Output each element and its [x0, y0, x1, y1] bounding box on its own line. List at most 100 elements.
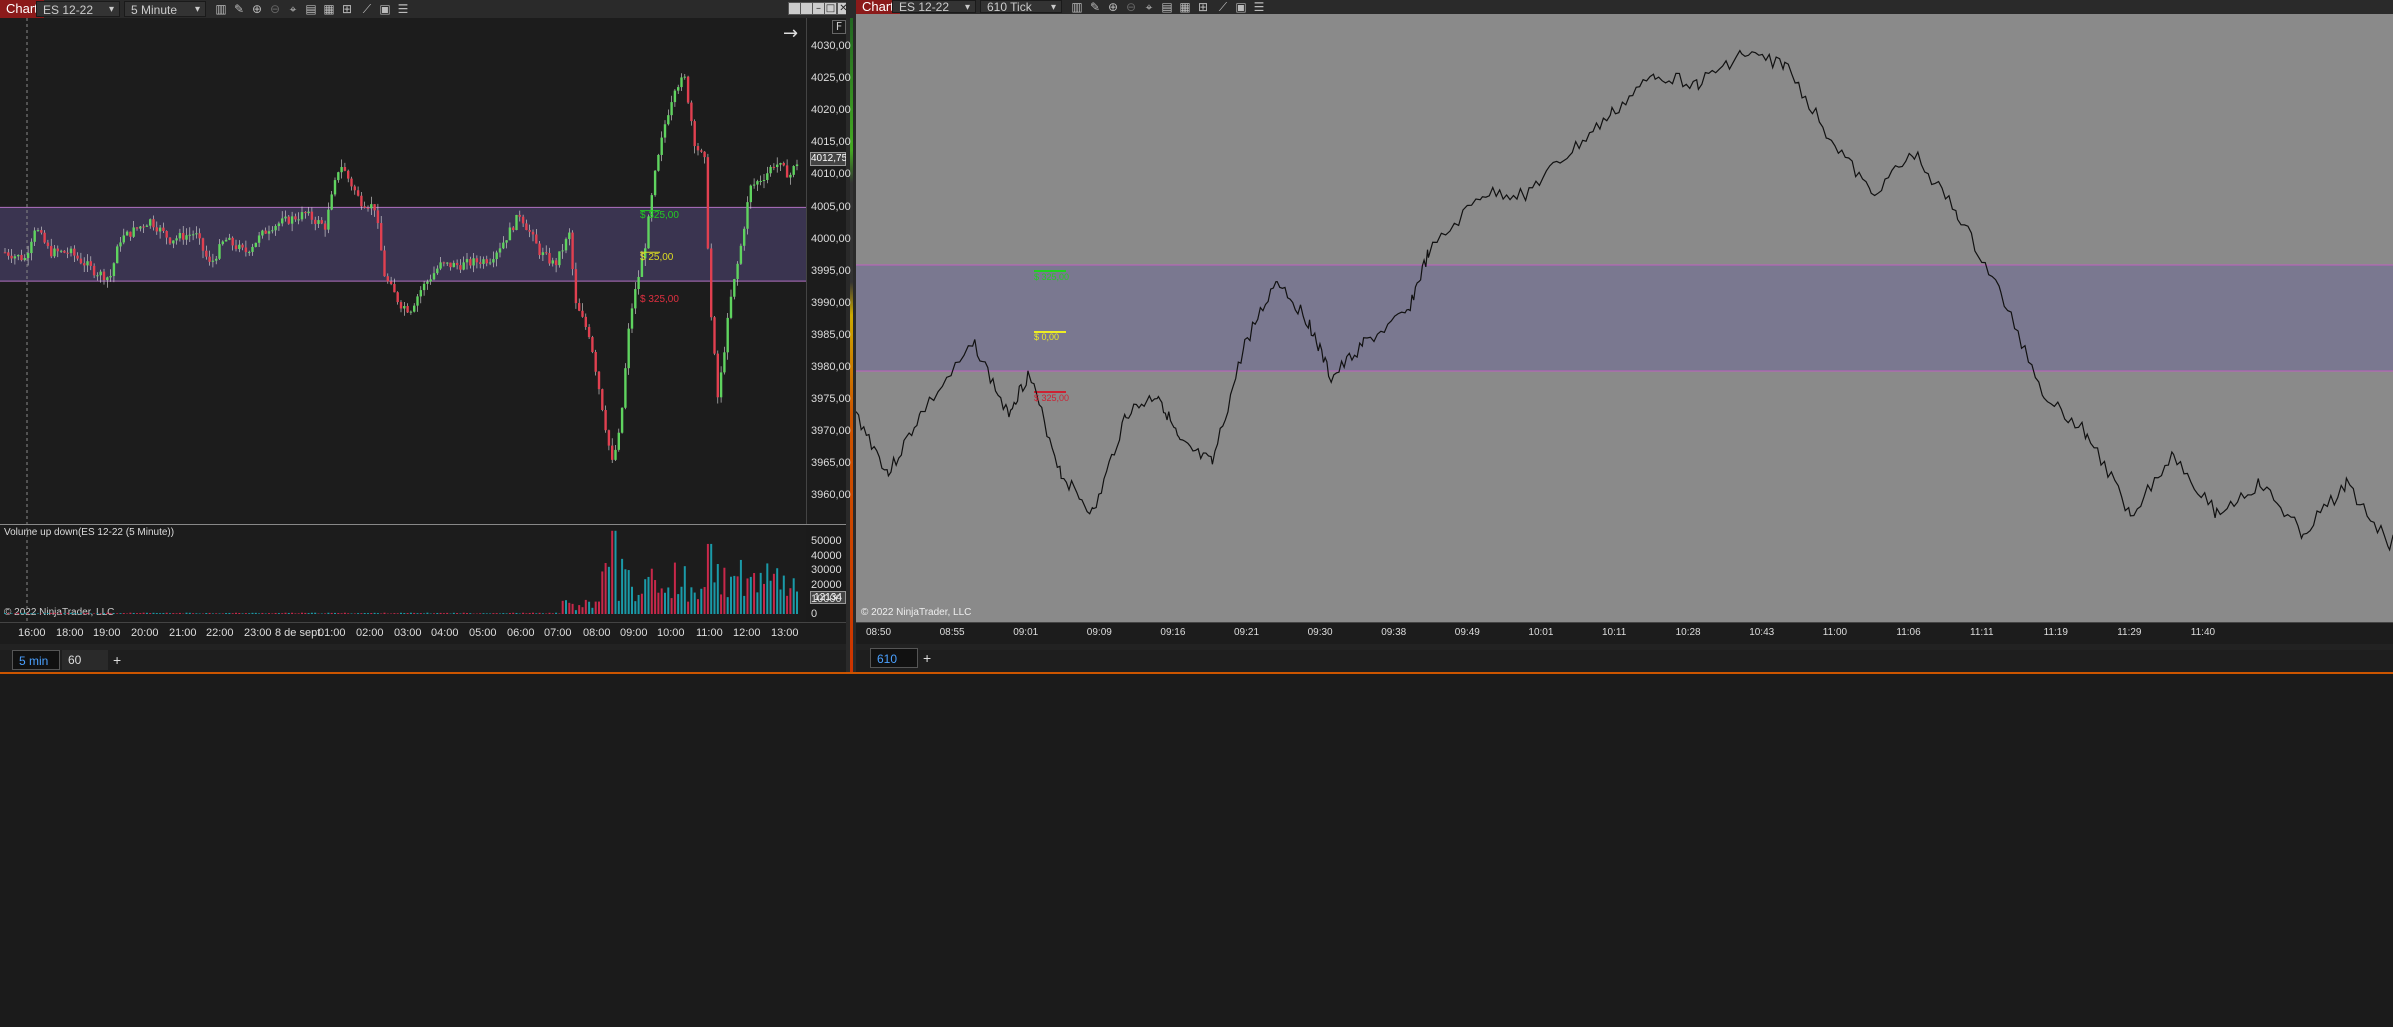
candle-body — [284, 217, 286, 219]
candle-body — [162, 228, 164, 231]
list-icon[interactable]: ☰ — [396, 2, 410, 16]
tab-60-min[interactable]: 60 min — [62, 650, 108, 670]
volume-bar — [588, 602, 590, 614]
candle-body — [621, 408, 623, 433]
volume-bar — [657, 593, 659, 614]
volume-bar — [687, 602, 689, 614]
volume-bar — [96, 613, 98, 614]
add-tab-button[interactable]: + — [110, 650, 126, 670]
candle-body — [538, 244, 540, 256]
price-label: 4000,00 — [811, 233, 851, 245]
data-box-icon[interactable]: ▣ — [1234, 0, 1248, 14]
right-instrument-select[interactable]: ES 12-22▾ — [892, 0, 976, 13]
candle-body — [248, 252, 250, 253]
zoom-in-icon[interactable]: ⊕ — [250, 2, 264, 16]
left-candlestick-chart[interactable] — [0, 18, 806, 622]
right-add-tab-button[interactable]: + — [920, 648, 936, 668]
volume-bar — [374, 613, 376, 614]
candle-body — [373, 204, 375, 210]
templates-icon[interactable]: ▦ — [1178, 0, 1192, 14]
candle-body — [109, 276, 111, 277]
candle-body — [340, 167, 342, 172]
crosshair-icon[interactable]: ⌖ — [1142, 0, 1156, 14]
zoom-out-icon[interactable]: ⊖ — [1124, 0, 1138, 14]
volume-bar — [582, 607, 584, 614]
candle-body — [604, 410, 606, 430]
volume-bar — [238, 613, 240, 614]
price-label: 3980,00 — [811, 361, 851, 373]
volume-bar — [271, 613, 273, 614]
volume-bar — [466, 613, 468, 614]
volume-bar — [384, 613, 386, 614]
volume-bar — [756, 592, 758, 614]
candle-body — [703, 152, 705, 157]
candle-body — [661, 138, 663, 155]
candle-body — [786, 165, 788, 177]
volume-bar — [793, 578, 795, 614]
candle-body — [146, 226, 148, 227]
tab-5-min[interactable]: 5 min — [12, 650, 60, 670]
volume-bar — [21, 613, 23, 614]
pencil-icon[interactable]: ✎ — [232, 2, 246, 16]
candle-body — [545, 252, 547, 253]
data-box-icon[interactable]: ▣ — [378, 2, 392, 16]
volume-bar — [690, 587, 692, 614]
properties-icon[interactable]: ▤ — [304, 2, 318, 16]
volume-bar — [100, 613, 102, 614]
volume-bar — [364, 613, 366, 614]
candle-body — [321, 220, 323, 223]
volume-bar — [621, 559, 623, 614]
volume-bar — [440, 613, 442, 614]
volume-bar — [723, 568, 725, 614]
time-label: 02:00 — [356, 627, 384, 639]
f-button[interactable]: F — [832, 20, 846, 34]
time-label: 11:40 — [2191, 627, 2215, 638]
candle-body — [443, 262, 445, 263]
maximize-button[interactable]: □ — [824, 2, 837, 15]
tab-610[interactable]: 610 — [870, 648, 918, 668]
left-period-select[interactable]: 5 Minute▾ — [124, 1, 206, 17]
crosshair-icon[interactable]: ⌖ — [286, 2, 300, 16]
right-tab-bar — [856, 650, 2393, 672]
bars-icon[interactable]: ▥ — [214, 2, 228, 16]
right-copyright: © 2022 NinjaTrader, LLC — [861, 607, 971, 618]
candle-body — [423, 284, 425, 290]
strategies-icon[interactable]: ⊞ — [340, 2, 354, 16]
volume-bar — [265, 613, 267, 614]
zoom-in-icon[interactable]: ⊕ — [1106, 0, 1120, 14]
volume-bar — [129, 613, 131, 614]
volume-bar — [469, 613, 471, 614]
volume-bar — [525, 613, 527, 614]
volume-bar — [684, 566, 686, 614]
volume-bar — [423, 613, 425, 614]
candle-body — [736, 264, 738, 279]
volume-bar — [205, 613, 207, 614]
properties-icon[interactable]: ▤ — [1160, 0, 1174, 14]
candle-body — [505, 240, 507, 242]
time-label: 13:00 — [771, 627, 799, 639]
volume-bar — [558, 613, 560, 614]
zoom-out-icon[interactable]: ⊖ — [268, 2, 282, 16]
volume-bar — [172, 613, 174, 614]
indicators-icon[interactable]: ⟋ — [1216, 0, 1230, 14]
volume-bar — [542, 613, 544, 614]
strategies-icon[interactable]: ⊞ — [1196, 0, 1210, 14]
templates-icon[interactable]: ▦ — [322, 2, 336, 16]
volume-bar — [17, 613, 19, 614]
pencil-icon[interactable]: ✎ — [1088, 0, 1102, 14]
candle-body — [542, 252, 544, 255]
volume-bar — [110, 613, 112, 614]
indicators-icon[interactable]: ⟋ — [360, 2, 374, 16]
right-tick-chart[interactable] — [856, 14, 2393, 622]
bars-icon[interactable]: ▥ — [1070, 0, 1084, 14]
candle-body — [241, 245, 243, 248]
left-instrument-select[interactable]: ES 12-22▾ — [36, 1, 120, 17]
bottom-status-strip — [0, 672, 2393, 1027]
list-icon[interactable]: ☰ — [1252, 0, 1266, 14]
candle-body — [57, 249, 59, 252]
volume-bar — [60, 613, 62, 614]
right-period-select[interactable]: 610 Tick▾ — [980, 0, 1062, 13]
volume-bar — [565, 600, 567, 614]
left-tab-bar — [0, 650, 850, 672]
volume-bar — [80, 613, 82, 614]
